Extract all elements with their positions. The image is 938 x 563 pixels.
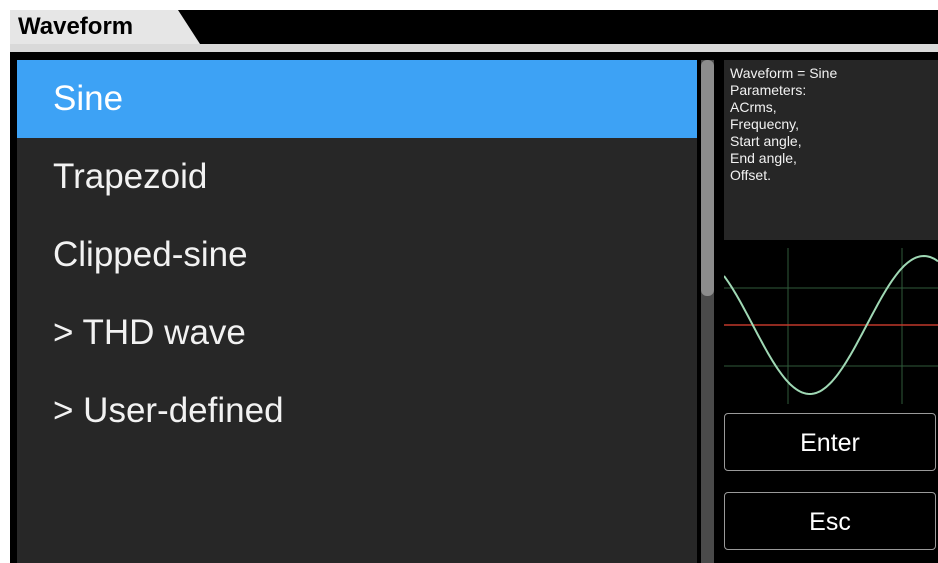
- title-divider: [10, 44, 938, 52]
- list-item-clipped-sine[interactable]: Clipped-sine: [17, 216, 697, 294]
- info-line: Start angle,: [730, 133, 802, 149]
- page-title: Waveform: [18, 13, 134, 40]
- info-line: End angle,: [730, 150, 797, 166]
- list-scrollbar-thumb[interactable]: [701, 60, 714, 296]
- info-line: Waveform = Sine: [730, 65, 838, 81]
- waveform-preview: [723, 248, 938, 404]
- sine-preview-graphic: [723, 248, 938, 404]
- instrument-screen: Waveform Sine Trapezoid Clipped-sine > T…: [10, 10, 938, 563]
- list-item-sine[interactable]: Sine: [17, 60, 697, 138]
- waveform-info-box: Waveform = Sine Parameters: ACrms, Frequ…: [724, 60, 938, 240]
- esc-button[interactable]: Esc: [724, 492, 936, 550]
- enter-button[interactable]: Enter: [724, 413, 936, 471]
- info-line: Frequecny,: [730, 116, 799, 132]
- list-item-trapezoid[interactable]: Trapezoid: [17, 138, 697, 216]
- waveform-list: Sine Trapezoid Clipped-sine > THD wave >…: [17, 60, 697, 563]
- info-line: Parameters:: [730, 82, 807, 98]
- info-line: Offset.: [730, 167, 771, 183]
- info-line: ACrms,: [730, 99, 777, 115]
- list-item-thd-wave[interactable]: > THD wave: [17, 294, 697, 372]
- list-item-user-defined[interactable]: > User-defined: [17, 372, 697, 450]
- title-tab: Waveform: [10, 10, 200, 44]
